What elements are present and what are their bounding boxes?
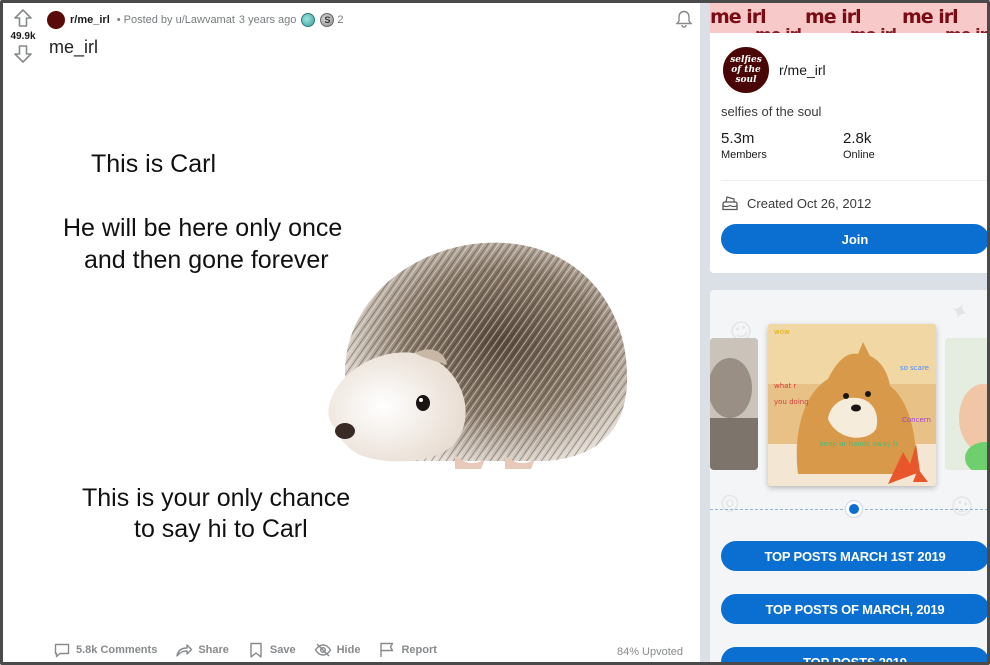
person-photo	[945, 338, 987, 470]
created-date: Created Oct 26, 2012	[721, 194, 871, 212]
share-icon	[176, 644, 193, 657]
share-button[interactable]: Share	[175, 641, 229, 659]
post-card: 49.9k r/me_irl • Posted by u/Lawvamat 3 …	[3, 3, 700, 662]
members-count: 5.3m	[721, 130, 755, 147]
cake-icon	[722, 196, 738, 211]
save-button[interactable]: Save	[247, 641, 296, 659]
upvote-icon[interactable]	[12, 7, 34, 29]
award-icon[interactable]	[301, 13, 316, 27]
meme-caption: Concern	[902, 416, 931, 424]
top-posts-button[interactable]: TOP POSTS 2019	[721, 647, 987, 662]
subreddit-name[interactable]: r/me_irl	[779, 62, 826, 78]
save-icon	[250, 642, 262, 658]
online-stat: 2.8k Online	[843, 130, 875, 161]
comments-label: 5.8k Comments	[76, 644, 158, 656]
hide-icon	[314, 643, 331, 657]
hide-label: Hide	[336, 644, 361, 656]
community-card: me irl me irl me irl me irl me irl me ir…	[710, 3, 987, 273]
vote-column: 49.9k	[3, 7, 43, 65]
post-actions: 5.8k Comments Share Save Hide Report	[53, 641, 455, 659]
background-pattern: ◎	[716, 487, 743, 518]
subreddit-avatar-small[interactable]	[47, 11, 65, 29]
report-icon	[380, 642, 394, 657]
upvote-ratio: 84% Upvoted	[616, 646, 683, 658]
subreddit-avatar[interactable]: selfies of the soul	[721, 45, 771, 95]
meme-text-line: This is Carl	[91, 150, 217, 178]
meme-caption: wow	[774, 328, 790, 336]
meme-caption: what r	[774, 382, 797, 390]
carousel-indicator[interactable]	[846, 501, 862, 517]
hedgehog-image	[328, 242, 628, 469]
meme-caption: you doing	[774, 398, 809, 406]
award-count: 2	[337, 14, 344, 26]
banner-text: me irl	[850, 25, 897, 33]
downvote-icon[interactable]	[12, 43, 34, 65]
meme-text-line: to say hi to Carl	[134, 515, 308, 543]
top-posts-button[interactable]: TOP POSTS OF MARCH, 2019	[721, 594, 987, 624]
members-label: Members	[721, 149, 767, 161]
save-label: Save	[269, 644, 296, 656]
post-meta: r/me_irl • Posted by u/Lawvamat 3 years …	[47, 11, 344, 29]
silver-award-icon[interactable]: S	[320, 13, 335, 27]
meme-text-line: and then gone forever	[84, 246, 329, 274]
person-photo	[710, 338, 758, 470]
comment-icon	[54, 643, 70, 658]
post-title[interactable]: me_irl	[49, 37, 98, 58]
post-image[interactable]: This is Carl He will be here only once a…	[47, 103, 667, 623]
meta-separator: •	[116, 14, 121, 26]
subreddit-link[interactable]: r/me_irl	[70, 14, 110, 26]
online-count: 2.8k	[843, 130, 872, 147]
meme-caption: so scare	[900, 364, 929, 372]
post-age[interactable]: 3 years ago	[239, 14, 296, 26]
created-label: Created Oct 26, 2012	[747, 195, 872, 211]
bell-icon[interactable]	[674, 9, 694, 29]
comments-button[interactable]: 5.8k Comments	[53, 641, 157, 659]
report-label: Report	[401, 644, 437, 656]
background-pattern: ☺	[947, 492, 976, 523]
report-button[interactable]: Report	[378, 641, 437, 659]
carousel-thumbnail-active[interactable]: wow so scare what r you doing Concern ke…	[768, 324, 936, 486]
online-label: Online	[843, 149, 875, 161]
join-button[interactable]: Join	[721, 224, 987, 254]
browser-frame: 49.9k r/me_irl • Posted by u/Lawvamat 3 …	[0, 0, 990, 665]
members-stat: 5.3m Members	[721, 130, 767, 161]
banner-text: me irl	[755, 25, 802, 33]
meme-caption: keep ur hands away fr	[820, 440, 899, 448]
top-posts-button[interactable]: TOP POSTS MARCH 1ST 2019	[721, 541, 987, 571]
vote-count: 49.9k	[10, 31, 36, 42]
top-posts-widget: ☺ ✦ ◎ ☺ ✦	[710, 290, 987, 662]
banner-text: me irl	[945, 25, 987, 33]
community-banner: me irl me irl me irl me irl me irl me ir…	[710, 3, 987, 33]
carousel-thumbnail-prev[interactable]	[710, 338, 758, 470]
share-label: Share	[198, 644, 229, 656]
hide-button[interactable]: Hide	[314, 641, 361, 659]
carousel-thumbnail-next[interactable]	[945, 338, 987, 470]
meme-text-line: This is your only chance	[82, 484, 351, 512]
subreddit-description: selfies of the soul	[721, 104, 822, 119]
background-pattern: ✦	[946, 297, 973, 328]
sidebar: me irl me irl me irl me irl me irl me ir…	[700, 3, 987, 662]
divider	[721, 180, 987, 181]
meme-text-line: He will be here only once	[63, 214, 343, 242]
posted-by[interactable]: Posted by u/Lawvamat	[124, 14, 235, 26]
